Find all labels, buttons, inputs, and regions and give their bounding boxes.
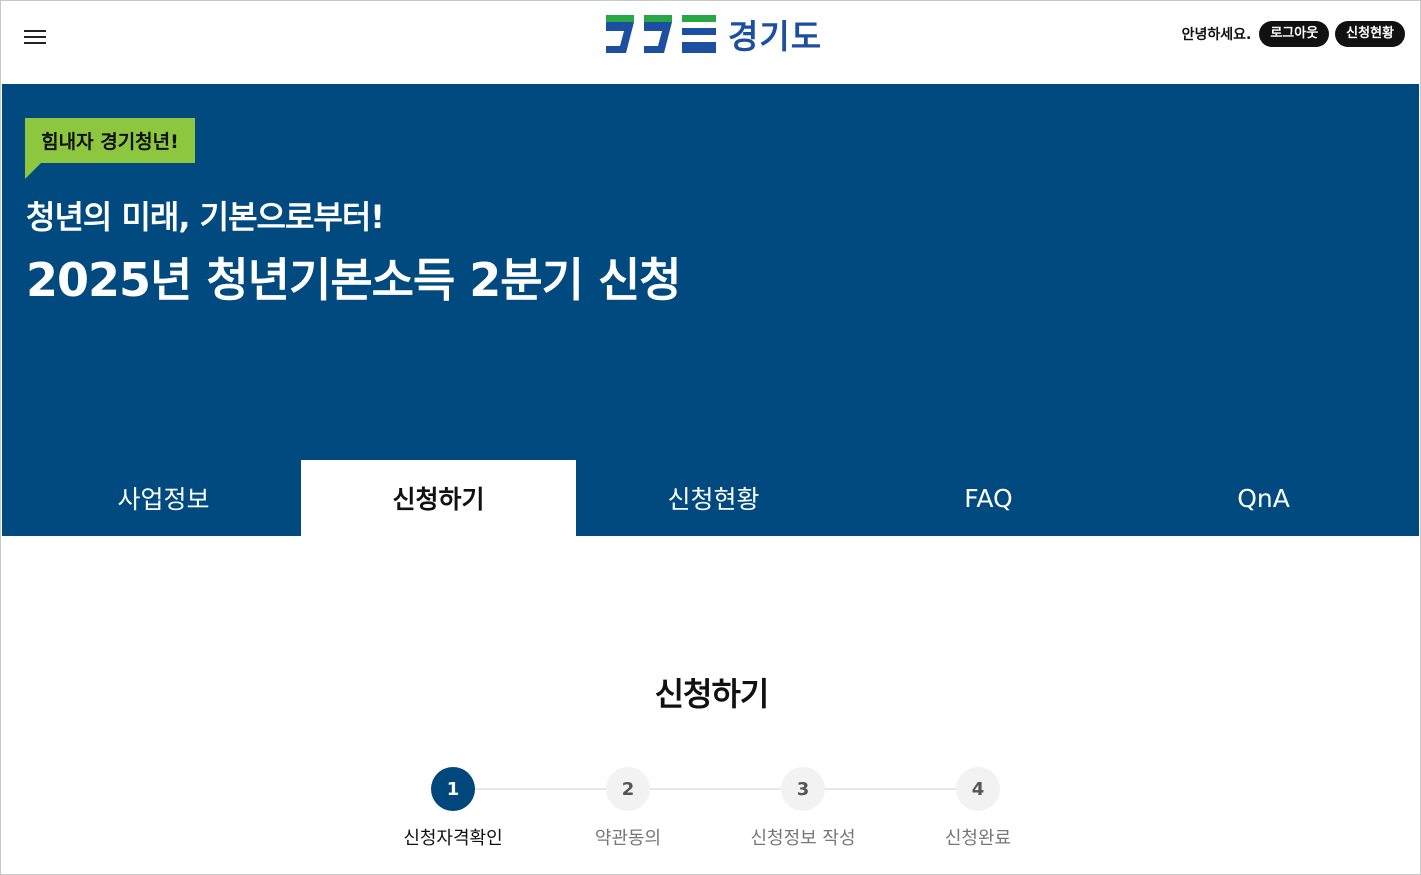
logout-button[interactable]: 로그아웃	[1259, 21, 1330, 47]
tab-faq[interactable]: FAQ	[851, 460, 1126, 536]
step-number: 4	[956, 767, 1000, 811]
site-header: 경기도 안녕하세요. 로그아웃 신청현황	[2, 2, 1419, 84]
tab-qna[interactable]: QnA	[1126, 460, 1401, 536]
tab-business-info[interactable]: 사업정보	[26, 460, 301, 536]
step-label: 신청정보 작성	[750, 828, 856, 849]
hero-subtitle: 청년의 미래, 기본으로부터!	[26, 198, 385, 236]
tab-apply[interactable]: 신청하기	[301, 460, 576, 536]
step-connector-line	[453, 788, 978, 790]
step-indicator: 1 신청자격확인 2 약관동의 3 신청정보 작성 4 신청완료	[1, 767, 1420, 867]
section-title: 신청하기	[654, 675, 770, 713]
tab-application-status[interactable]: 신청현황	[576, 460, 851, 536]
main-tabs: 사업정보 신청하기 신청현황 FAQ QnA	[2, 460, 1419, 536]
step-3: 3 신청정보 작성	[728, 767, 878, 850]
greeting-text: 안녕하세요.	[1181, 27, 1252, 43]
step-number: 2	[606, 767, 650, 811]
user-area: 안녕하세요. 로그아웃 신청현황	[1182, 21, 1405, 47]
hamburger-menu-icon[interactable]	[22, 26, 52, 50]
step-1: 1 신청자격확인	[378, 767, 528, 850]
logo-text: 경기도	[728, 17, 823, 56]
gyeonggi-logo-icon	[606, 15, 716, 53]
hero-title: 2025년 청년기본소득 2분기 신청	[26, 253, 682, 307]
step-number: 1	[431, 767, 475, 811]
step-2: 2 약관동의	[553, 767, 703, 850]
step-4: 4 신청완료	[903, 767, 1053, 850]
step-label: 신청완료	[944, 828, 1012, 849]
slogan-badge-tail	[25, 163, 41, 179]
slogan-badge: 힘내자 경기청년!	[25, 118, 195, 163]
step-number: 3	[781, 767, 825, 811]
application-status-button[interactable]: 신청현황	[1335, 21, 1405, 47]
hero-banner: 힘내자 경기청년! 청년의 미래, 기본으로부터! 2025년 청년기본소득 2…	[2, 84, 1419, 536]
gyeonggi-logo[interactable]: 경기도	[604, 12, 822, 56]
step-label: 약관동의	[594, 828, 662, 849]
page-frame: 경기도 안녕하세요. 로그아웃 신청현황 힘내자 경기청년! 청년의 미래, 기…	[0, 0, 1421, 875]
step-label: 신청자격확인	[403, 828, 503, 849]
